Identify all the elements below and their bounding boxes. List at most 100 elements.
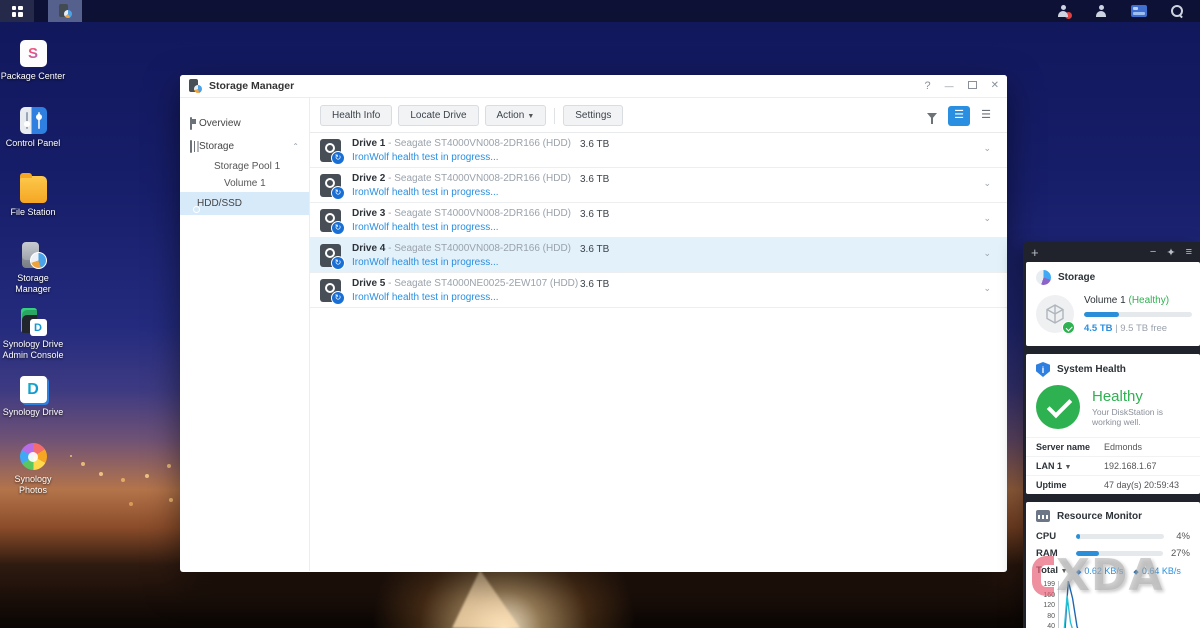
sidebar-item-hdd-ssd[interactable]: HDD/SSD <box>180 192 309 215</box>
widgets-toggle-button[interactable] <box>1122 0 1156 22</box>
sidebar-item-volume-1[interactable]: Volume 1 <box>180 175 309 192</box>
caret-down-icon[interactable]: ▼ <box>1065 464 1072 471</box>
hdd-testing-icon <box>320 244 345 270</box>
drive-row-3[interactable]: Drive 3 - Seagate ST4000VN008-2DR166 (HD… <box>310 203 1007 238</box>
pin-widgets-icon[interactable]: ✦ <box>1166 246 1175 259</box>
storage-widget: Storage Volume 1 (Healthy) 4.5 TB | 9.5 … <box>1026 262 1200 346</box>
detail-view-button[interactable]: ☰ <box>948 105 970 126</box>
chart-y-axis-labels: 19916012080400 <box>1043 581 1055 628</box>
desktop-icon-label: Storage Manager <box>15 273 51 294</box>
drive-name: Drive 5 <box>352 278 386 289</box>
network-total-row: Total ▼ 0.62 KB/s 0.64 KB/s <box>1026 562 1200 579</box>
desktop-icon-storage-manager[interactable]: Storage Manager <box>0 242 66 294</box>
settings-button[interactable]: Settings <box>563 105 624 126</box>
help-button[interactable]: ? <box>924 80 930 92</box>
drive-name: Drive 1 <box>352 138 386 149</box>
cpu-row: CPU 4% <box>1026 528 1200 545</box>
synology-drive-admin-icon <box>20 308 47 336</box>
desktop-icon-synology-photos[interactable]: Synology Photos <box>0 443 66 495</box>
storage-section-icon <box>190 140 192 153</box>
storage-pie-icon <box>1036 270 1051 285</box>
desktop-icon-label: Control Panel <box>5 138 61 148</box>
chevron-down-icon[interactable]: ⌄ <box>983 213 991 224</box>
chevron-down-icon[interactable]: ⌄ <box>983 283 991 294</box>
window-titlebar[interactable]: Storage Manager ? — ✕ <box>180 75 1007 98</box>
widget-panel-header: + − ✦ ≡ <box>1023 242 1200 262</box>
ram-usage-bar <box>1075 551 1163 556</box>
lan-label: LAN 1 <box>1036 461 1063 471</box>
widget-title: Storage <box>1058 272 1096 283</box>
system-health-shield-icon <box>1036 362 1050 377</box>
drive-status-link[interactable]: IronWolf health test in progress... <box>352 292 580 303</box>
sidebar-item-storage-pool-1[interactable]: Storage Pool 1 <box>180 158 309 175</box>
drive-row-2[interactable]: Drive 2 - Seagate ST4000VN008-2DR166 (HD… <box>310 168 1007 203</box>
user-menu-button[interactable] <box>1084 0 1118 22</box>
drive-capacity: 3.6 TB <box>580 139 610 150</box>
desktop-icon-label: Package Center <box>0 71 66 81</box>
minimize-button[interactable]: — <box>945 81 954 91</box>
desktop-icon-drive-admin-console[interactable]: Synology Drive Admin Console <box>0 308 66 360</box>
desktop-icon-synology-drive[interactable]: Synology Drive <box>0 376 66 418</box>
widget-panel-menu-icon[interactable]: ≡ <box>1186 246 1192 259</box>
caret-down-icon[interactable]: ▼ <box>1061 568 1068 575</box>
volume-icon <box>1036 295 1075 334</box>
chevron-up-icon[interactable]: ⌃ <box>292 142 299 151</box>
health-status: Healthy <box>1092 387 1143 405</box>
volume-free: | 9.5 TB free <box>1115 323 1168 334</box>
notifications-button[interactable] <box>1046 0 1080 22</box>
drive-capacity: 3.6 TB <box>580 279 610 290</box>
volume-health: (Healthy) <box>1128 295 1170 306</box>
control-panel-icon <box>19 107 47 134</box>
close-button[interactable]: ✕ <box>991 81 999 91</box>
sidebar-item-label: Storage <box>199 141 235 152</box>
sidebar-item-overview[interactable]: Overview <box>180 112 309 135</box>
action-dropdown-button[interactable]: Action ▼ <box>484 105 547 126</box>
drive-capacity: 3.6 TB <box>580 174 610 185</box>
drive-row-1[interactable]: Drive 1 - Seagate ST4000VN008-2DR166 (HD… <box>310 133 1007 168</box>
widget-title: System Health <box>1057 364 1126 375</box>
filter-button[interactable] <box>921 106 943 126</box>
resource-monitor-widget: Resource Monitor CPU 4% RAM 27% Total ▼ … <box>1026 502 1200 628</box>
add-widget-button[interactable]: + <box>1031 245 1039 260</box>
drive-model: - Seagate ST4000VN008-2DR166 (HDD) <box>388 173 572 184</box>
server-name-label: Server name <box>1036 442 1091 452</box>
detail-view-icon: ☰ <box>954 109 964 121</box>
drive-row-4[interactable]: Drive 4 - Seagate ST4000VN008-2DR166 (HD… <box>310 238 1007 273</box>
volume-summary-row[interactable]: Volume 1 (Healthy) 4.5 TB | 9.5 TB free <box>1026 291 1200 346</box>
drive-capacity: 3.6 TB <box>580 209 610 220</box>
taskbar <box>0 0 1200 22</box>
taskbar-storage-manager-button[interactable] <box>48 0 82 22</box>
chevron-down-icon[interactable]: ⌄ <box>983 178 991 189</box>
notification-badge <box>1065 12 1072 19</box>
drive-status-link[interactable]: IronWolf health test in progress... <box>352 222 580 233</box>
notifications-icon <box>1057 5 1072 19</box>
drive-row-5[interactable]: Drive 5 - Seagate ST4000NE0025-2EW107 (H… <box>310 273 1007 308</box>
synology-drive-icon <box>19 376 47 403</box>
desktop-icon-package-center[interactable]: Package Center <box>0 40 66 82</box>
ram-row: RAM 27% <box>1026 545 1200 562</box>
drive-model: - Seagate ST4000NE0025-2EW107 (HDD) <box>388 278 579 289</box>
drive-status-link[interactable]: IronWolf health test in progress... <box>352 257 580 268</box>
drive-name: Drive 2 <box>352 173 386 184</box>
desktop-icon-file-station[interactable]: File Station <box>0 173 66 218</box>
drive-status-link[interactable]: IronWolf health test in progress... <box>352 152 580 163</box>
drive-status-link[interactable]: IronWolf health test in progress... <box>352 187 580 198</box>
window-content: Health Info Locate Drive Action ▼ Setting… <box>310 98 1007 571</box>
drive-capacity: 3.6 TB <box>580 244 610 255</box>
filter-icon <box>927 112 937 124</box>
maximize-button[interactable] <box>967 80 977 92</box>
search-button[interactable] <box>1160 0 1194 22</box>
sidebar-item-storage[interactable]: Storage ⌃ <box>180 135 309 158</box>
cpu-label: CPU <box>1036 531 1057 542</box>
collapse-widgets-button[interactable]: − <box>1150 246 1156 259</box>
health-info-button[interactable]: Health Info <box>320 105 393 126</box>
drive-name: Drive 3 <box>352 208 386 219</box>
caret-down-icon: ▼ <box>527 113 535 120</box>
main-menu-button[interactable] <box>0 0 34 22</box>
chevron-down-icon[interactable]: ⌄ <box>983 248 991 259</box>
locate-drive-button[interactable]: Locate Drive <box>398 105 479 126</box>
desktop-icon-control-panel[interactable]: Control Panel <box>0 107 66 149</box>
list-view-button[interactable]: ☰ <box>975 106 997 126</box>
chevron-down-icon[interactable]: ⌄ <box>983 143 991 154</box>
sidebar-item-label: Volume 1 <box>224 178 266 189</box>
